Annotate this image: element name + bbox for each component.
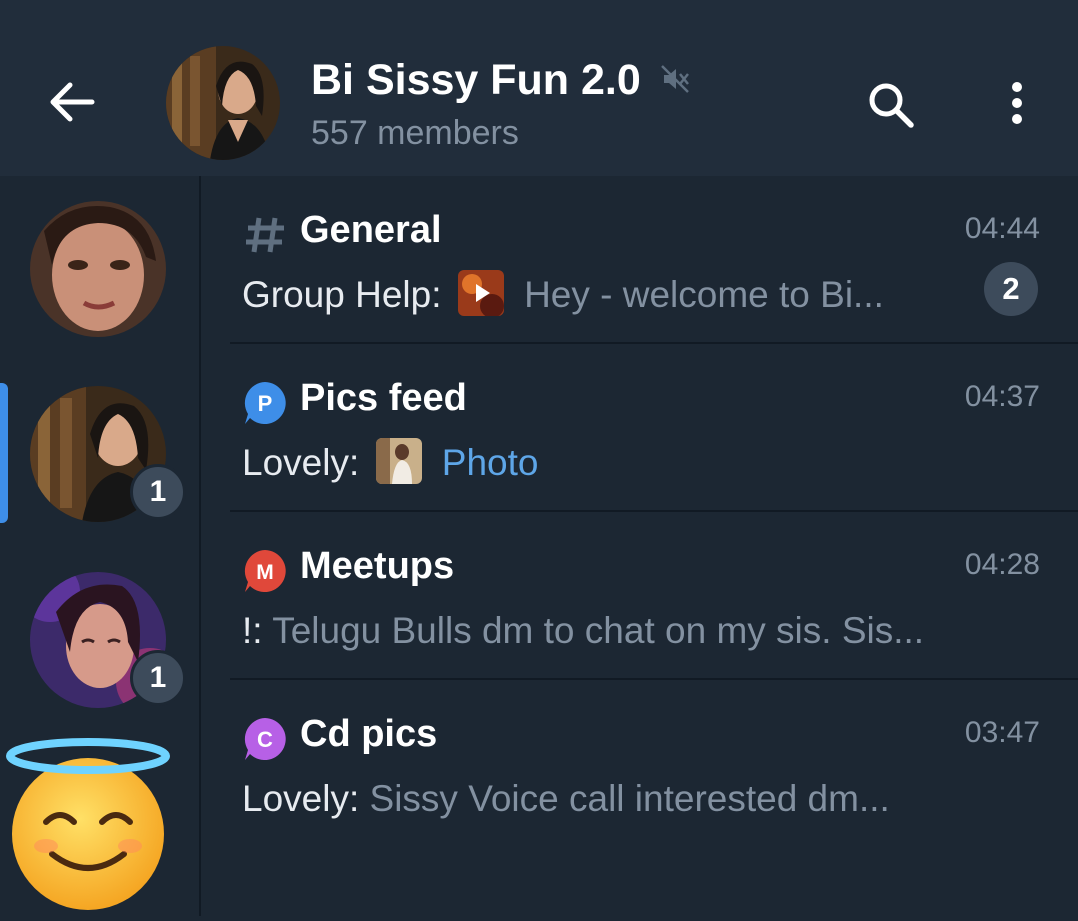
active-chat-indicator bbox=[0, 383, 8, 523]
sender-name: Lovely: bbox=[242, 442, 360, 483]
topic-row-general[interactable]: General 04:44 Group Help: Hey - welcome … bbox=[200, 176, 1078, 344]
sidebar-emoji-avatar[interactable] bbox=[6, 736, 170, 916]
topic-preview: Group Help: Hey - welcome to Bi... bbox=[242, 270, 884, 320]
svg-text:P: P bbox=[258, 391, 273, 416]
svg-text:M: M bbox=[256, 561, 274, 584]
back-arrow-icon bbox=[50, 82, 95, 122]
topic-row-meetups[interactable]: M Meetups 04:28 !: Telugu Bulls dm to ch… bbox=[200, 512, 1078, 680]
topic-name: Meetups bbox=[300, 545, 455, 587]
chat-header: Bi Sissy Fun 2.0 557 members bbox=[0, 0, 1078, 176]
svg-text:C: C bbox=[257, 727, 273, 752]
group-avatar[interactable] bbox=[166, 46, 280, 160]
hash-icon bbox=[242, 212, 288, 258]
topic-c-icon: C bbox=[242, 716, 288, 762]
group-title[interactable]: Bi Sissy Fun 2.0 bbox=[311, 56, 641, 105]
sender-name: Lovely: bbox=[242, 778, 360, 819]
sidebar-unread-badge: 1 bbox=[130, 464, 186, 520]
topic-name: Cd pics bbox=[300, 713, 438, 755]
search-button[interactable] bbox=[864, 78, 918, 132]
topic-time: 04:28 bbox=[964, 548, 1040, 581]
topic-name: Pics feed bbox=[300, 377, 467, 419]
topic-m-icon: M bbox=[242, 548, 288, 594]
more-options-button[interactable] bbox=[996, 78, 1038, 132]
more-vert-icon bbox=[1012, 82, 1022, 124]
sidebar-unread-badge: 1 bbox=[130, 650, 186, 706]
sidebar-chat-avatar[interactable] bbox=[30, 201, 166, 337]
video-thumbnail bbox=[457, 270, 504, 317]
member-count: 557 members bbox=[311, 114, 519, 152]
muted-icon bbox=[660, 64, 690, 94]
smiling-face-with-halo-icon bbox=[6, 738, 170, 910]
chat-sidebar: 1 1 bbox=[0, 176, 201, 916]
topic-preview: Lovely: Sissy Voice call interested dm..… bbox=[242, 778, 890, 820]
topic-time: 04:44 bbox=[964, 212, 1040, 245]
back-button[interactable] bbox=[44, 74, 100, 130]
topic-row-cd-pics[interactable]: C Cd pics 03:47 Lovely: Sissy Voice call… bbox=[200, 680, 1078, 848]
photo-thumbnail bbox=[375, 438, 422, 485]
photo-label: Photo bbox=[441, 442, 539, 483]
topic-name: General bbox=[300, 209, 442, 251]
topic-preview: Lovely: Photo bbox=[242, 438, 539, 488]
topic-p-icon: P bbox=[242, 380, 288, 426]
preview-text: Sissy Voice call interested dm... bbox=[369, 778, 890, 819]
sender-name: !: bbox=[242, 610, 263, 651]
preview-text: Hey - welcome to Bi... bbox=[524, 274, 884, 315]
topic-row-pics-feed[interactable]: P Pics feed 04:37 Lovely: Photo bbox=[200, 344, 1078, 512]
topic-preview: !: Telugu Bulls dm to chat on my sis. Si… bbox=[242, 610, 924, 652]
sender-name: Group Help: bbox=[242, 274, 442, 315]
search-icon bbox=[869, 83, 914, 128]
unread-badge: 2 bbox=[984, 262, 1038, 316]
topic-time: 04:37 bbox=[964, 380, 1040, 413]
preview-text: Telugu Bulls dm to chat on my sis. Sis..… bbox=[272, 610, 925, 651]
topic-time: 03:47 bbox=[964, 716, 1040, 749]
